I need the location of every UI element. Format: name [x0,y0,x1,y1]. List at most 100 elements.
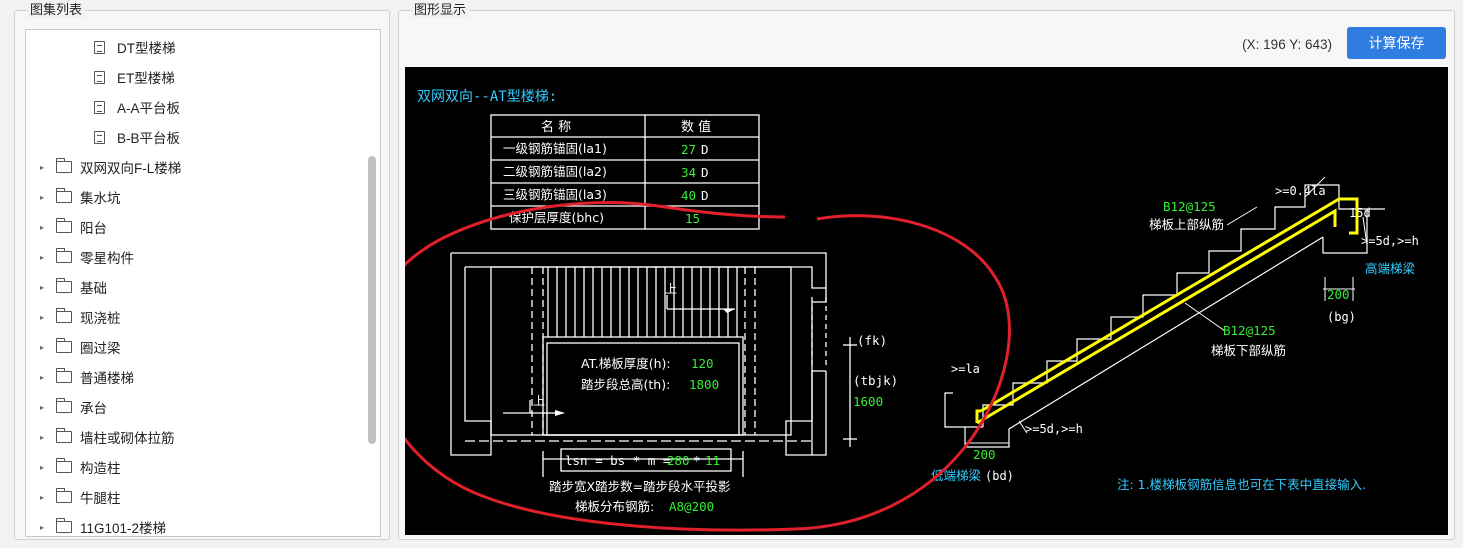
drawing-note: 注: 1.楼梯板钢筋信息也可在下表中直接输入. [1117,477,1366,492]
tree-doc-item[interactable]: DT型楼梯 [26,32,366,62]
tree-folder-item[interactable]: ▸ 集水坑 [26,182,366,212]
document-icon [94,130,105,144]
thickness-value: 120 [691,356,714,371]
document-icon [94,70,105,84]
folder-icon [56,338,72,353]
folder-icon [56,368,72,383]
expand-arrow-icon[interactable]: ▸ [40,223,50,232]
expand-arrow-icon[interactable]: ▸ [40,193,50,202]
folder-icon [56,398,72,413]
tree-folder-item[interactable]: ▸ 墙柱或砌体拉筋 [26,422,366,452]
bg-label: (bg) [1327,310,1356,324]
folder-icon [56,518,72,533]
expand-arrow-icon[interactable]: ▸ [40,313,50,322]
drawing-title: 双网双向--AT型楼梯: [417,89,557,105]
distribution-rebar-value: A8@200 [669,499,714,514]
table-row-value: 27 [681,142,696,157]
tree-item-label: 阳台 [80,221,107,236]
bottom-rebar-label: 梯板下部纵筋 [1211,343,1286,358]
document-icon [94,100,105,114]
folder-icon [56,218,72,233]
expand-arrow-icon[interactable]: ▸ [40,343,50,352]
expand-arrow-icon[interactable]: ▸ [40,493,50,502]
expand-arrow-icon[interactable]: ▸ [40,373,50,382]
table-row-name: 三级钢筋锚固(la3) [503,187,607,202]
document-icon [94,40,105,54]
tree-doc-item[interactable]: ET型楼梯 [26,62,366,92]
folder-icon [56,428,72,443]
bg-value: 200 [1327,287,1350,302]
formula-operator: * [693,453,701,468]
folder-icon [56,278,72,293]
tree-item-label: 集水坑 [80,191,121,206]
tbjk-label: (tbjk) [853,373,898,388]
tree-scrollbar[interactable] [368,156,376,444]
table-row-unit: D [701,165,709,180]
calculate-save-button[interactable]: 计算保存 [1347,27,1446,59]
height-value: 1800 [689,377,719,392]
tree-item-label: 承台 [80,401,107,416]
tree-item-label: 现浇桩 [80,311,121,326]
tree-folder-item[interactable]: ▸ 圈过梁 [26,332,366,362]
tree-item-label: 普通楼梯 [80,371,134,386]
tree-item-label: 构造柱 [80,461,121,476]
expand-arrow-icon[interactable]: ▸ [40,253,50,262]
folder-icon [56,158,72,173]
atlas-list-title: 图集列表 [27,2,86,18]
tree-item-label: 基础 [80,281,107,296]
table-header-value: 数 值 [681,119,711,135]
tree-folder-item[interactable]: ▸ 双网双向F-L楼梯 [26,152,366,182]
formula-step-count: 11 [705,453,720,468]
tree-item-label: 零星构件 [80,251,134,266]
expand-arrow-icon[interactable]: ▸ [40,523,50,532]
table-row-unit: D [701,188,709,203]
formula-prefix: lsn = bs * m = [565,453,670,468]
thickness-label: AT.梯板厚度(h): [581,356,671,371]
plan-up-label: 上 [533,394,545,408]
tree-item-label: 圈过梁 [80,341,121,356]
table-row-value: 15 [685,211,700,226]
expand-arrow-icon[interactable]: ▸ [40,463,50,472]
cad-drawing-canvas[interactable]: 双网双向--AT型楼梯: 名 称 数 值 一级钢筋锚固(la1) 27 D 二级… [405,67,1448,535]
tree-folder-item[interactable]: ▸ 11G101-2楼梯 [26,512,366,536]
tree-folder-item[interactable]: ▸ 普通楼梯 [26,362,366,392]
tree-item-label: 11G101-2楼梯 [80,521,167,536]
tree-folder-item[interactable]: ▸ 牛腿柱 [26,482,366,512]
graphic-display-title: 图形显示 [411,2,470,18]
tree-doc-item[interactable]: B-B平台板 [26,122,366,152]
tree-folder-item[interactable]: ▸ 现浇桩 [26,302,366,332]
folder-icon [56,458,72,473]
folder-icon [56,188,72,203]
tree-folder-item[interactable]: ▸ 承台 [26,392,366,422]
top-rebar-value: B12@125 [1163,199,1216,214]
tree-folder-item[interactable]: ▸ 构造柱 [26,452,366,482]
tree-doc-item[interactable]: A-A平台板 [26,92,366,122]
expand-arrow-icon[interactable]: ▸ [40,163,50,172]
atlas-list-panel: 图集列表 DT型楼梯 ET型楼梯 A-A平台板 B-B平台板 ▸ 双网双向F-L楼梯 ▸ 集水… [14,2,390,540]
bottom-rebar-value: B12@125 [1223,323,1276,338]
bd-value: 200 [973,447,996,462]
atlas-tree[interactable]: DT型楼梯 ET型楼梯 A-A平台板 B-B平台板 ▸ 双网双向F-L楼梯 ▸ 集水坑 ▸ 阳台 ▸… [25,29,381,537]
tree-folder-item[interactable]: ▸ 基础 [26,272,366,302]
table-row-name: 二级钢筋锚固(la2) [503,164,607,179]
top-rebar-label: 梯板上部纵筋 [1149,217,1224,232]
low-end-note: >=5d,>=h [1025,422,1083,436]
expand-arrow-icon[interactable]: ▸ [40,403,50,412]
graphic-display-panel: 图形显示 (X: 196 Y: 643) 计算保存 双网双向--AT型楼梯: 名… [398,2,1455,540]
la-label: >=la [951,362,980,376]
table-row-value: 40 [681,188,696,203]
tbjk-value: 1600 [853,394,883,409]
expand-arrow-icon[interactable]: ▸ [40,433,50,442]
tree-folder-item[interactable]: ▸ 阳台 [26,212,366,242]
tree-item-label: DT型楼梯 [117,41,176,56]
folder-icon [56,488,72,503]
folder-icon [56,308,72,323]
table-row-value: 34 [681,165,696,180]
bd-label: (bd) [985,469,1014,483]
plan-up-label: 上 [665,282,677,296]
height-label: 踏步段总高(th): [581,377,670,392]
tree-folder-item[interactable]: ▸ 零星构件 [26,242,366,272]
expand-arrow-icon[interactable]: ▸ [40,283,50,292]
tree-item-label: A-A平台板 [117,101,181,116]
high-end-note: >=5d,>=h [1361,234,1419,248]
